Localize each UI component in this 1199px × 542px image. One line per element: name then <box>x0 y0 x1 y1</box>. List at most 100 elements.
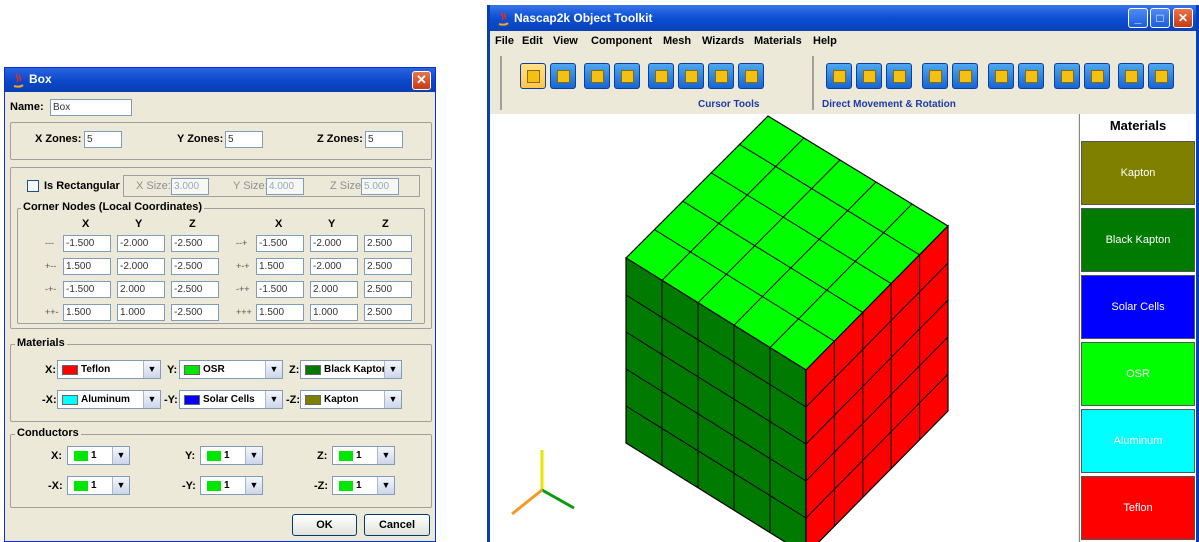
minimize-button[interactable]: _ <box>1128 8 1148 28</box>
element-tool-icon[interactable] <box>678 63 704 89</box>
corner-z-input[interactable]: 2.500 <box>364 258 412 275</box>
chevron-down-icon[interactable]: ▼ <box>377 447 394 464</box>
chevron-down-icon[interactable]: ▼ <box>384 361 401 378</box>
node-tool-icon[interactable] <box>648 63 674 89</box>
menu-view[interactable]: View <box>553 35 578 47</box>
rotate-down-icon[interactable] <box>1084 63 1110 89</box>
chevron-down-icon[interactable]: ▼ <box>143 391 160 408</box>
maximize-button[interactable]: □ <box>1150 8 1170 28</box>
z-size-input[interactable]: 5.000 <box>361 178 399 195</box>
material-x-select[interactable]: Teflon ▼ <box>57 360 161 379</box>
corner-z-input[interactable]: 2.500 <box>364 235 412 252</box>
material-solar-cells[interactable]: Solar Cells <box>1081 275 1195 339</box>
zoom-in-icon[interactable] <box>922 63 948 89</box>
corner-y-input[interactable]: -2.000 <box>117 235 165 252</box>
menu-wizards[interactable]: Wizards <box>702 35 744 47</box>
chevron-down-icon[interactable]: ▼ <box>112 447 129 464</box>
material-z-select[interactable]: Black Kapton ▼ <box>300 360 402 379</box>
y-size-input[interactable]: 4.000 <box>266 178 304 195</box>
meshed-box[interactable] <box>625 115 949 542</box>
material-neg-y-select[interactable]: Solar Cells ▼ <box>179 390 283 409</box>
chevron-down-icon[interactable]: ▼ <box>377 477 394 494</box>
chevron-down-icon[interactable]: ▼ <box>112 477 129 494</box>
dialog-close-button[interactable]: ✕ <box>412 71 431 90</box>
material-osr[interactable]: OSR <box>1081 342 1195 406</box>
material-y-select[interactable]: OSR ▼ <box>179 360 283 379</box>
globe-tool-icon[interactable] <box>738 63 764 89</box>
toolkit-titlebar[interactable]: Nascap2k Object Toolkit _ □ ✕ <box>490 5 1196 31</box>
name-input[interactable]: Box <box>50 99 132 116</box>
cube-canvas[interactable] <box>490 114 1078 542</box>
chevron-down-icon[interactable]: ▼ <box>384 391 401 408</box>
corner-y-input[interactable]: 2.000 <box>117 281 165 298</box>
select-tool-icon[interactable] <box>520 63 546 89</box>
material-teflon[interactable]: Teflon <box>1081 476 1195 540</box>
conductor-neg-x-select[interactable]: 1 ▼ <box>67 476 130 495</box>
corner-x-input[interactable]: -1.500 <box>63 235 111 252</box>
conductor-z-select[interactable]: 1 ▼ <box>332 446 395 465</box>
corner-z-input[interactable]: -2.500 <box>171 281 219 298</box>
rotate-right-icon[interactable] <box>1018 63 1044 89</box>
corner-z-input[interactable]: 2.500 <box>364 304 412 321</box>
conductor-y-select[interactable]: 1 ▼ <box>200 446 263 465</box>
is-rectangular-checkbox[interactable] <box>27 180 39 192</box>
conductor-neg-y-select[interactable]: 1 ▼ <box>200 476 263 495</box>
menu-materials[interactable]: Materials <box>754 35 802 47</box>
3d-viewport[interactable] <box>490 114 1078 542</box>
cancel-button[interactable]: Cancel <box>364 514 430 536</box>
mesh-tool-icon[interactable] <box>550 63 576 89</box>
menu-help[interactable]: Help <box>813 35 837 47</box>
material-black-kapton[interactable]: Black Kapton <box>1081 208 1195 272</box>
corner-x-input[interactable]: -1.500 <box>256 281 304 298</box>
conductor-neg-z-select[interactable]: 1 ▼ <box>332 476 395 495</box>
corner-y-input[interactable]: -2.000 <box>310 235 358 252</box>
corner-y-input[interactable]: 2.000 <box>310 281 358 298</box>
box-tool-icon[interactable] <box>584 63 610 89</box>
corner-y-input[interactable]: 1.000 <box>117 304 165 321</box>
chevron-down-icon[interactable]: ▼ <box>245 477 262 494</box>
corner-x-input[interactable]: 1.500 <box>256 258 304 275</box>
corner-y-input[interactable]: -2.000 <box>310 258 358 275</box>
rotate-left-icon[interactable] <box>988 63 1014 89</box>
move-updown-icon[interactable] <box>856 63 882 89</box>
move-right-icon[interactable] <box>886 63 912 89</box>
corner-z-input[interactable]: 2.500 <box>364 281 412 298</box>
corner-z-input[interactable]: -2.500 <box>171 258 219 275</box>
corner-x-input[interactable]: -1.500 <box>63 281 111 298</box>
chevron-down-icon[interactable]: ▼ <box>265 391 282 408</box>
chevron-down-icon[interactable]: ▼ <box>245 447 262 464</box>
corner-x-input[interactable]: 1.500 <box>63 258 111 275</box>
corner-z-input[interactable]: -2.500 <box>171 235 219 252</box>
zoom-out-icon[interactable] <box>952 63 978 89</box>
chevron-down-icon[interactable]: ▼ <box>143 361 160 378</box>
corner-x-input[interactable]: 1.500 <box>63 304 111 321</box>
material-neg-z-select[interactable]: Kapton ▼ <box>300 390 402 409</box>
corner-y-input[interactable]: -2.000 <box>117 258 165 275</box>
menu-mesh[interactable]: Mesh <box>663 35 691 47</box>
dialog-titlebar[interactable]: Box ✕ <box>5 68 435 92</box>
corner-x-input[interactable]: -1.500 <box>256 235 304 252</box>
corner-y-input[interactable]: 1.000 <box>310 304 358 321</box>
menu-component[interactable]: Component <box>591 35 652 47</box>
move-tool-icon[interactable] <box>708 63 734 89</box>
corner-z-input[interactable]: -2.500 <box>171 304 219 321</box>
move-left-icon[interactable] <box>826 63 852 89</box>
close-button[interactable]: ✕ <box>1173 8 1193 28</box>
corner-x-input[interactable]: 1.500 <box>256 304 304 321</box>
ok-button[interactable]: OK <box>292 514 357 536</box>
chevron-down-icon[interactable]: ▼ <box>265 361 282 378</box>
z-zones-input[interactable]: 5 <box>365 131 403 148</box>
face-tool-icon[interactable] <box>614 63 640 89</box>
rotate-ccw-icon[interactable] <box>1118 63 1144 89</box>
material-aluminum[interactable]: Aluminum <box>1081 409 1195 473</box>
x-zones-input[interactable]: 5 <box>84 131 122 148</box>
conductor-x-select[interactable]: 1 ▼ <box>67 446 130 465</box>
menu-edit[interactable]: Edit <box>522 35 543 47</box>
rotate-cw-icon[interactable] <box>1148 63 1174 89</box>
material-kapton[interactable]: Kapton <box>1081 141 1195 205</box>
menu-file[interactable]: File <box>495 35 514 47</box>
x-size-input[interactable]: 3.000 <box>171 178 209 195</box>
material-neg-x-select[interactable]: Aluminum ▼ <box>57 390 161 409</box>
y-zones-input[interactable]: 5 <box>225 131 263 148</box>
rotate-up-icon[interactable] <box>1054 63 1080 89</box>
